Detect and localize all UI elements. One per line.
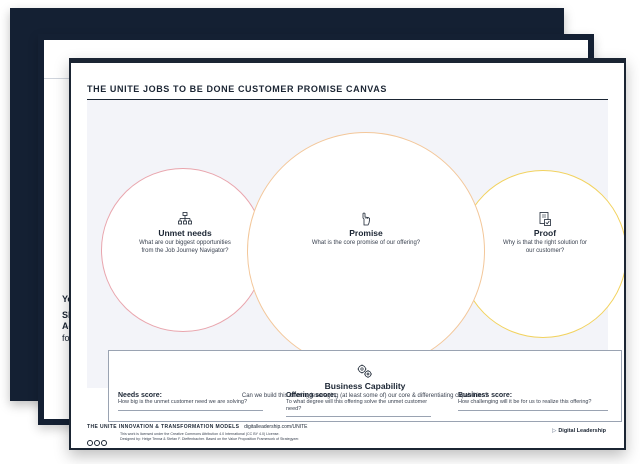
footer-brand-name: THE UNITE INNOVATION & TRANSFORMATION MO… <box>87 424 240 430</box>
business-score-question: How challenging will it be for us to rea… <box>458 399 592 405</box>
document-check-icon <box>539 212 551 226</box>
unmet-needs-section: Unmet needs What are our biggest opportu… <box>139 212 231 255</box>
needs-score-label: Needs score: <box>118 392 162 399</box>
canvas-top-bar <box>71 60 624 63</box>
business-score: Business score: How challenging will it … <box>458 392 608 411</box>
proof-prompt: Why is that the right solution for our c… <box>502 240 588 254</box>
share-icon <box>101 440 107 446</box>
logo-text: Digital Leadership <box>558 428 606 434</box>
hand-pointer-icon <box>362 212 370 226</box>
logo-mark-icon: ▷ <box>552 428 557 434</box>
canvas-board: Unmet needs What are our biggest opportu… <box>87 100 624 422</box>
needs-score-question: How big is the unmet customer need we ar… <box>118 399 248 405</box>
cc-icon <box>87 440 93 446</box>
promise-section: Promise What is the core promise of our … <box>311 212 421 248</box>
offering-score-field[interactable] <box>286 416 431 417</box>
digital-leadership-logo: ▷ Digital Leadership <box>552 428 606 434</box>
promise-canvas: THE UNITE JOBS TO BE DONE CUSTOMER PROMI… <box>69 58 626 450</box>
footer-credits: Designed by: Helge Tennø & Stefan F. Die… <box>120 437 300 441</box>
business-score-field[interactable] <box>458 409 608 411</box>
needs-score-field[interactable] <box>118 409 263 411</box>
attribution-icon <box>94 440 100 446</box>
proof-heading: Proof <box>533 228 557 238</box>
unmet-needs-prompt: What are our biggest opportunities from … <box>139 240 231 254</box>
offering-score-label: Offering score: <box>286 392 337 399</box>
offering-score: Offering score: To what degree will this… <box>286 392 431 417</box>
offering-score-question: To what degree will this offering solve … <box>286 399 428 412</box>
footer-license: This work is licensed under the Creative… <box>120 432 350 442</box>
needs-score: Needs score: How big is the unmet custom… <box>118 392 263 411</box>
scores-row: Needs score: How big is the unmet custom… <box>71 388 624 418</box>
unmet-needs-heading: Unmet needs <box>158 228 212 238</box>
creative-commons-icons <box>87 433 108 448</box>
hierarchy-icon <box>178 212 192 225</box>
footer-url: digitalleadership.com/UNITE <box>244 424 308 430</box>
gears-icon <box>357 364 372 378</box>
promise-heading: Promise <box>349 228 383 238</box>
footer-brand: THE UNITE INNOVATION & TRANSFORMATION MO… <box>87 424 307 430</box>
canvas-footer: THE UNITE INNOVATION & TRANSFORMATION MO… <box>87 422 608 448</box>
business-score-label: Business score: <box>458 392 513 399</box>
canvas-title: THE UNITE JOBS TO BE DONE CUSTOMER PROMI… <box>87 84 387 94</box>
promise-prompt: What is the core promise of our offering… <box>311 240 421 246</box>
promise-circle[interactable] <box>247 132 485 370</box>
proof-section: Proof Why is that the right solution for… <box>499 212 591 255</box>
